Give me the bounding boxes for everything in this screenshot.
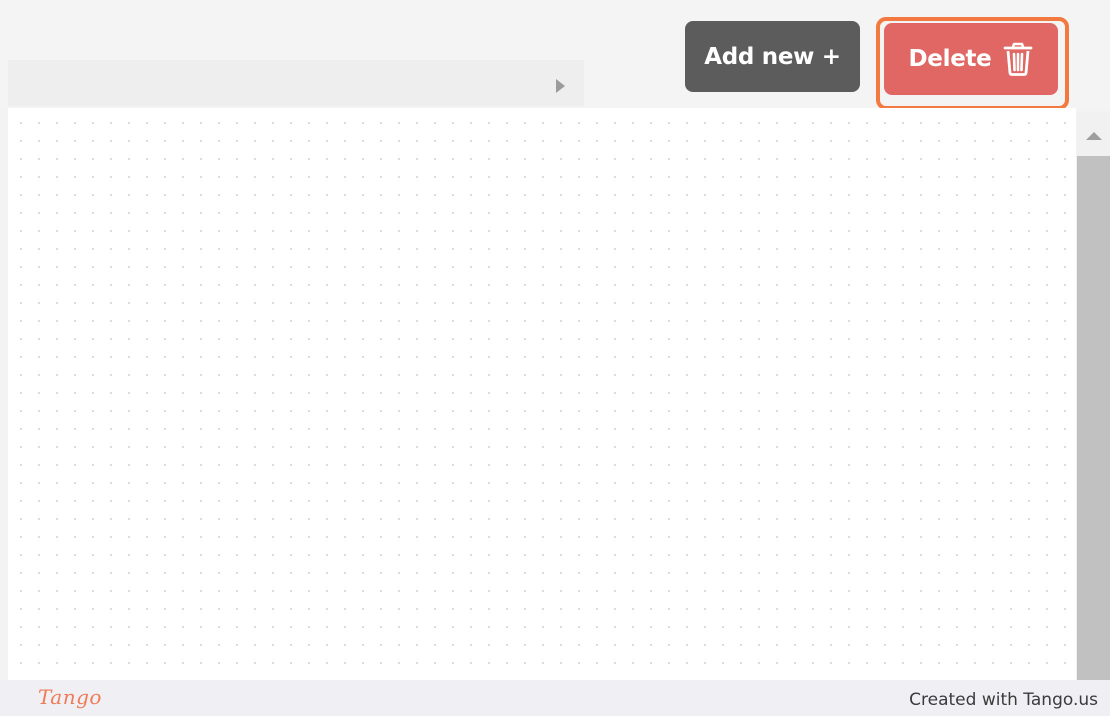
app-screen: Add new + Delete Tango Created with Tang…: [0, 0, 1110, 716]
dotted-canvas[interactable]: [8, 108, 1076, 680]
add-new-button[interactable]: Add new +: [685, 21, 860, 92]
caret-up-icon[interactable]: [1086, 132, 1102, 140]
credit-text: Created with Tango.us: [909, 690, 1098, 710]
tab-strip: [8, 60, 584, 106]
scrollbar-thumb[interactable]: [1077, 156, 1110, 680]
delete-label: Delete: [908, 46, 992, 72]
trash-icon: [1003, 42, 1033, 76]
delete-button[interactable]: Delete: [884, 23, 1058, 95]
tango-logo: Tango: [38, 685, 102, 709]
caret-right-icon[interactable]: [556, 79, 565, 93]
add-new-label: Add new +: [704, 43, 841, 70]
